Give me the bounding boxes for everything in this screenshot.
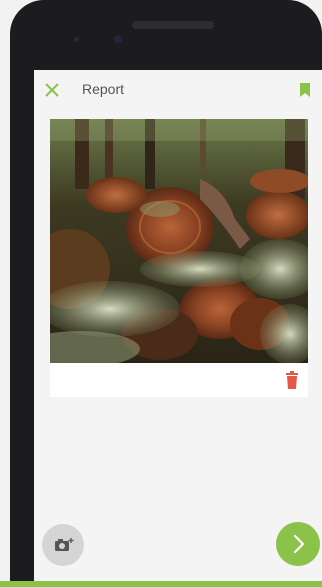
report-photo[interactable]: [50, 119, 308, 363]
next-button[interactable]: [276, 522, 320, 566]
photo-card: [50, 119, 308, 397]
trash-icon[interactable]: [284, 371, 300, 389]
app-screen: Report: [34, 70, 322, 587]
phone-frame: Report: [10, 0, 322, 587]
add-photo-button[interactable]: [42, 524, 84, 566]
bookmark-icon[interactable]: [298, 82, 312, 98]
bottom-accent-strip: [0, 581, 322, 587]
page-title: Report: [82, 81, 125, 97]
phone-top-bezel: [10, 0, 322, 70]
chevron-right-icon: [293, 534, 305, 554]
front-camera: [114, 35, 122, 43]
close-icon[interactable]: [42, 80, 62, 100]
app-bar: Report: [34, 70, 322, 110]
camera-add-icon: [55, 538, 74, 551]
phone-speaker: [132, 21, 214, 29]
proximity-sensor: [74, 37, 79, 42]
